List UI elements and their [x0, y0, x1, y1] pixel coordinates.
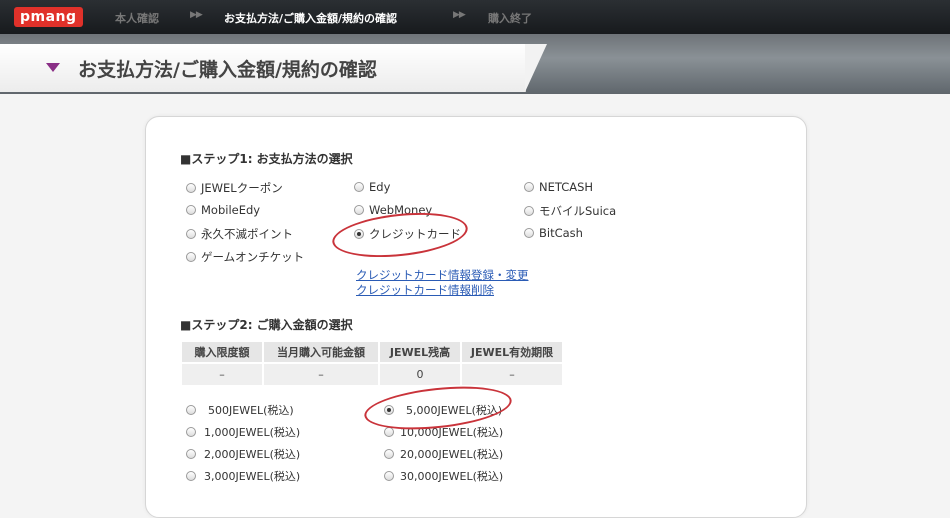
payment-option-game-on-ticket[interactable]: ゲームオンチケット — [186, 249, 304, 265]
jewel-expiry-cell: – — [462, 364, 562, 385]
radio-icon[interactable] — [186, 405, 196, 415]
option-label: モバイルSuica — [539, 204, 617, 218]
jewel-balance-table: 購入限度額 当月購入可能金額 JEWEL残高 JEWEL有効期限 – – 0 – — [180, 340, 564, 387]
step2-title: ■ステップ2: ご購入金額の選択 — [180, 318, 353, 332]
payment-option-webmoney[interactable]: WebMoney — [354, 203, 432, 217]
radio-icon[interactable] — [186, 449, 196, 459]
option-label: ゲームオンチケット — [201, 250, 305, 264]
radio-icon[interactable] — [384, 449, 394, 459]
radio-icon[interactable] — [524, 206, 534, 216]
option-label: 1,000JEWEL(税込) — [204, 426, 301, 439]
radio-icon[interactable] — [186, 205, 196, 215]
amount-option-1000[interactable]: 1,000JEWEL(税込) — [186, 424, 300, 440]
option-label: 5,000JEWEL(税込) — [406, 404, 503, 417]
amount-option-5000[interactable]: 5,000JEWEL(税込) — [384, 402, 502, 418]
step-arrow-icon: ▶▶ — [190, 10, 203, 20]
option-label: 500JEWEL(税込) — [208, 404, 294, 417]
radio-icon[interactable] — [384, 427, 394, 437]
option-label: クレジットカード — [369, 227, 461, 241]
credit-card-register-link[interactable]: クレジットカード情報登録・変更 — [356, 267, 529, 283]
column-header: JEWEL残高 — [380, 342, 460, 362]
top-nav-bar: pmang 本人確認 ▶▶ お支払方法/ご購入金額/規約の確認 ▶▶ 購入終了 — [0, 0, 950, 34]
amount-option-2000[interactable]: 2,000JEWEL(税込) — [186, 446, 300, 462]
amount-option-10000[interactable]: 10,000JEWEL(税込) — [384, 424, 503, 440]
option-label: 20,000JEWEL(税込) — [400, 448, 504, 461]
table-row: – – 0 – — [182, 364, 562, 385]
page-title: お支払方法/ご購入金額/規約の確認 — [78, 59, 377, 81]
column-header: 購入限度額 — [182, 342, 262, 362]
radio-checked-icon[interactable] — [384, 405, 394, 415]
amount-option-3000[interactable]: 3,000JEWEL(税込) — [186, 468, 300, 484]
triangle-down-icon — [46, 63, 60, 72]
step-identity-verification: 本人確認 — [115, 12, 159, 25]
jewel-balance-cell: 0 — [380, 364, 460, 385]
option-label: 2,000JEWEL(税込) — [204, 448, 301, 461]
step-arrow-icon: ▶▶ — [453, 10, 466, 20]
option-label: 30,000JEWEL(税込) — [400, 470, 504, 483]
payment-option-mobileedy[interactable]: MobileEdy — [186, 203, 260, 217]
option-label: 10,000JEWEL(税込) — [400, 426, 504, 439]
radio-icon[interactable] — [186, 471, 196, 481]
radio-icon[interactable] — [186, 252, 196, 262]
radio-icon[interactable] — [354, 205, 364, 215]
amount-option-30000[interactable]: 30,000JEWEL(税込) — [384, 468, 503, 484]
radio-icon[interactable] — [354, 182, 364, 192]
step-purchase-complete: 購入終了 — [488, 12, 532, 25]
radio-icon[interactable] — [186, 229, 196, 239]
radio-icon[interactable] — [384, 471, 394, 481]
option-label: 永久不滅ポイント — [201, 227, 293, 241]
option-label: WebMoney — [369, 203, 433, 217]
purchase-limit-cell: – — [182, 364, 262, 385]
radio-checked-icon[interactable] — [354, 229, 364, 239]
step-payment-confirmation: お支払方法/ご購入金額/規約の確認 — [224, 12, 398, 25]
payment-option-netcash[interactable]: NETCASH — [524, 180, 593, 194]
payment-option-credit-card[interactable]: クレジットカード — [354, 226, 461, 242]
table-header-row: 購入限度額 当月購入可能金額 JEWEL残高 JEWEL有効期限 — [182, 342, 562, 362]
payment-option-jewel-coupon[interactable]: JEWELクーポン — [186, 180, 283, 196]
credit-card-delete-link[interactable]: クレジットカード情報削除 — [356, 282, 494, 298]
column-header: 当月購入可能金額 — [264, 342, 378, 362]
radio-icon[interactable] — [524, 182, 534, 192]
payment-option-edy[interactable]: Edy — [354, 180, 390, 194]
pmang-logo[interactable]: pmang — [14, 7, 83, 27]
option-label: JEWELクーポン — [201, 181, 283, 195]
radio-icon[interactable] — [524, 228, 534, 238]
option-label: MobileEdy — [201, 203, 261, 217]
amount-option-20000[interactable]: 20,000JEWEL(税込) — [384, 446, 503, 462]
radio-icon[interactable] — [186, 427, 196, 437]
option-label: BitCash — [539, 226, 583, 240]
radio-icon[interactable] — [186, 183, 196, 193]
amount-option-500[interactable]: 500JEWEL(税込) — [186, 402, 294, 418]
monthly-available-cell: – — [264, 364, 378, 385]
option-label: 3,000JEWEL(税込) — [204, 470, 301, 483]
option-label: Edy — [369, 180, 391, 194]
option-label: NETCASH — [539, 180, 594, 194]
column-header: JEWEL有効期限 — [462, 342, 562, 362]
step1-title: ■ステップ1: お支払方法の選択 — [180, 152, 353, 166]
payment-option-eikyu-points[interactable]: 永久不滅ポイント — [186, 226, 293, 242]
payment-option-mobile-suica[interactable]: モバイルSuica — [524, 203, 616, 219]
payment-option-bitcash[interactable]: BitCash — [524, 226, 583, 240]
